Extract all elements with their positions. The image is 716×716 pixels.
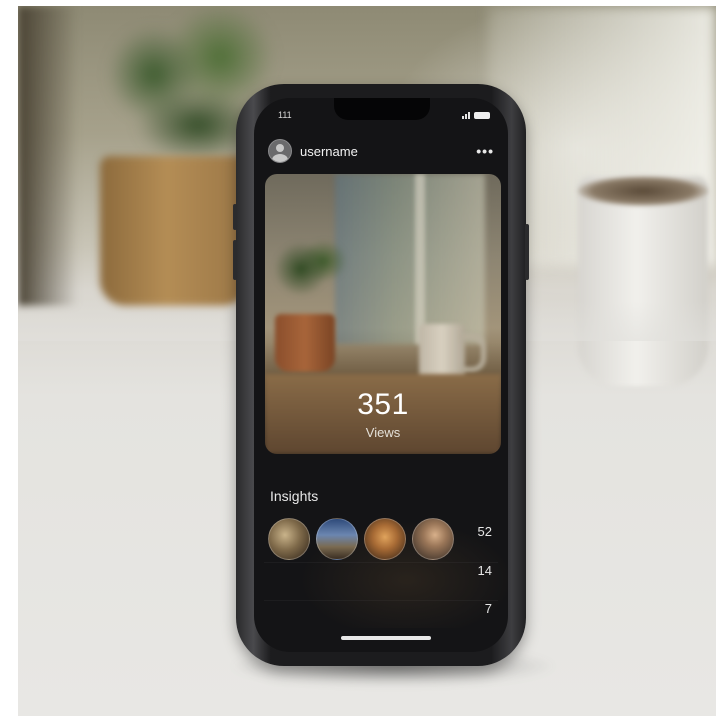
thumbnail-1[interactable]: [268, 518, 310, 560]
row-divider: [264, 562, 498, 563]
post-photo[interactable]: 351 Views: [265, 174, 501, 454]
volume-up-button: [233, 204, 237, 230]
insight-stat-3: 7: [484, 601, 492, 616]
row-divider: [264, 600, 498, 601]
signal-icon: [462, 111, 470, 119]
background-shadow: [18, 6, 78, 306]
volume-down-button: [233, 240, 237, 280]
power-button: [525, 224, 529, 280]
background-plant-pot: [100, 156, 248, 306]
background-mug-rim: [578, 176, 708, 206]
photo-window: [335, 174, 485, 344]
battery-icon: [474, 111, 490, 119]
post-header: username •••: [268, 138, 494, 164]
views-label: Views: [365, 425, 401, 440]
insight-stat-2: 14: [477, 563, 492, 578]
photo-window-frame: [415, 174, 425, 344]
photo-plant-pot: [275, 314, 335, 372]
notch: [334, 98, 430, 120]
insights-thumbnails: [268, 518, 454, 560]
home-indicator[interactable]: [341, 636, 431, 640]
insights-title: Insights: [270, 488, 319, 504]
smartphone: 111 username ••• 351 Views Insights 52 1…: [233, 84, 529, 666]
insight-stat-1: 52: [477, 524, 492, 539]
thumbnail-2[interactable]: [316, 518, 358, 560]
username[interactable]: username: [300, 144, 476, 159]
views-count: 351: [357, 388, 409, 421]
photo-mug-handle: [461, 334, 486, 372]
thumbnail-4[interactable]: [412, 518, 454, 560]
phone-screen: 111 username ••• 351 Views Insights 52 1…: [254, 98, 508, 652]
background-mug: [578, 176, 708, 386]
status-time: 111: [278, 110, 292, 120]
photo-plant: [265, 229, 355, 309]
thumbnail-3[interactable]: [364, 518, 406, 560]
status-icons: [462, 111, 490, 119]
ellipsis-icon[interactable]: •••: [476, 143, 494, 159]
avatar[interactable]: [268, 139, 292, 163]
